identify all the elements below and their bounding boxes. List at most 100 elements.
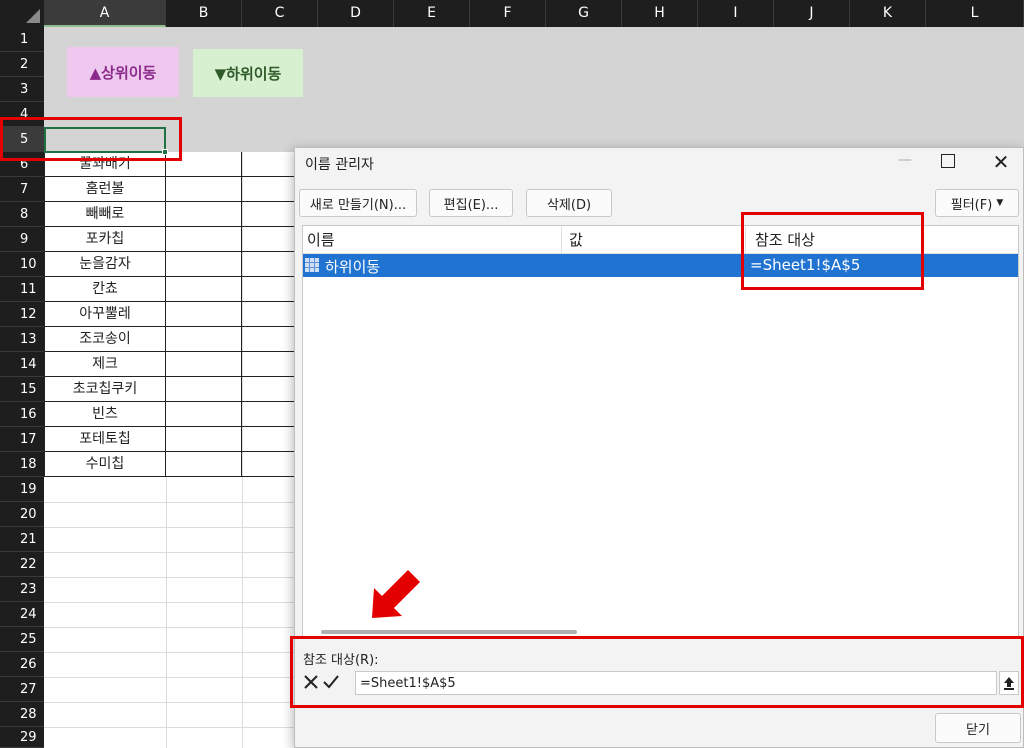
row-header-2[interactable]: 2 [0, 52, 44, 77]
row-header-25[interactable]: 25 [0, 627, 44, 652]
row-header-8[interactable]: 8 [0, 202, 44, 227]
row-header-19[interactable]: 19 [0, 477, 44, 502]
row-header-11[interactable]: 11 [0, 277, 44, 302]
grid-line [44, 527, 294, 528]
cell-b12[interactable] [166, 302, 242, 327]
row-header-28[interactable]: 28 [0, 702, 44, 727]
row-header-26[interactable]: 26 [0, 652, 44, 677]
cell-a7[interactable]: 홈런볼 [44, 177, 166, 202]
column-header-a[interactable]: A [44, 0, 166, 27]
screen: A B C D E F G H I J K L 1 2 3 4 5 6 7 8 … [0, 0, 1024, 748]
filter-button[interactable]: 필터(F) ▼ [935, 189, 1019, 217]
cell-c6[interactable] [242, 152, 294, 177]
maximize-icon[interactable] [941, 154, 955, 168]
red-arrow-icon [372, 570, 420, 618]
cell-b17[interactable] [166, 427, 242, 452]
column-header-bar: A B C D E F G H I J K L [0, 0, 1024, 27]
close-button[interactable]: 닫기 [935, 713, 1021, 743]
row-header-22[interactable]: 22 [0, 552, 44, 577]
row-header-27[interactable]: 27 [0, 677, 44, 702]
column-header-c[interactable]: C [242, 0, 318, 27]
cell-c17[interactable] [242, 427, 294, 452]
cell-c13[interactable] [242, 327, 294, 352]
move-down-button[interactable]: ▼하위이동 [193, 49, 303, 97]
row-header-16[interactable]: 16 [0, 402, 44, 427]
cell-c10[interactable] [242, 252, 294, 277]
column-header-j[interactable]: J [774, 0, 850, 27]
header-value[interactable]: 값 [565, 226, 583, 254]
column-header-l[interactable]: L [926, 0, 1024, 27]
cell-a17[interactable]: 포테토칩 [44, 427, 166, 452]
move-up-button[interactable]: ▲상위이동 [67, 47, 179, 97]
cell-b14[interactable] [166, 352, 242, 377]
column-header-f[interactable]: F [470, 0, 546, 27]
cell-a8[interactable]: 빼빼로 [44, 202, 166, 227]
cell-c8[interactable] [242, 202, 294, 227]
column-header-i[interactable]: I [698, 0, 774, 27]
row-header-18[interactable]: 18 [0, 452, 44, 477]
column-header-d[interactable]: D [318, 0, 394, 27]
cell-a16[interactable]: 빈츠 [44, 402, 166, 427]
cell-a9[interactable]: 포카칩 [44, 227, 166, 252]
header-name[interactable]: 이름 [303, 226, 335, 254]
cell-c9[interactable] [242, 227, 294, 252]
row-header-9[interactable]: 9 [0, 227, 44, 252]
cell-b7[interactable] [166, 177, 242, 202]
grid-line [44, 652, 294, 653]
column-header-k[interactable]: K [850, 0, 926, 27]
cell-a18[interactable]: 수미칩 [44, 452, 166, 477]
column-header-g[interactable]: G [546, 0, 622, 27]
grid-line [44, 602, 294, 603]
cell-a13[interactable]: 조코송이 [44, 327, 166, 352]
cell-a10[interactable]: 눈을감자 [44, 252, 166, 277]
cell-b11[interactable] [166, 277, 242, 302]
column-header-b[interactable]: B [166, 0, 242, 27]
row-header-24[interactable]: 24 [0, 602, 44, 627]
row-header-17[interactable]: 17 [0, 427, 44, 452]
cell-c18[interactable] [242, 452, 294, 477]
delete-button[interactable]: 삭제(D) [526, 189, 612, 217]
row-header-7[interactable]: 7 [0, 177, 44, 202]
new-name-button[interactable]: 새로 만들기(N)... [299, 189, 417, 217]
horizontal-scrollbar[interactable] [321, 630, 577, 634]
cell-b8[interactable] [166, 202, 242, 227]
cell-c15[interactable] [242, 377, 294, 402]
close-icon[interactable]: ✕ [989, 150, 1013, 174]
cell-c14[interactable] [242, 352, 294, 377]
cell-a12[interactable]: 아꾸뿔레 [44, 302, 166, 327]
cell-b13[interactable] [166, 327, 242, 352]
cell-c7[interactable] [242, 177, 294, 202]
row-header-12[interactable]: 12 [0, 302, 44, 327]
column-header-h[interactable]: H [622, 0, 698, 27]
cell-c12[interactable] [242, 302, 294, 327]
row-header-20[interactable]: 20 [0, 502, 44, 527]
cell-a15[interactable]: 초코칩쿠키 [44, 377, 166, 402]
column-header-e[interactable]: E [394, 0, 470, 27]
grid-line [44, 702, 294, 703]
row-header-1[interactable]: 1 [0, 27, 44, 52]
row-header-13[interactable]: 13 [0, 327, 44, 352]
cell-c11[interactable] [242, 277, 294, 302]
row-header-23[interactable]: 23 [0, 577, 44, 602]
cell-b9[interactable] [166, 227, 242, 252]
row-header-29[interactable]: 29 [0, 727, 44, 748]
select-all-corner[interactable] [0, 0, 44, 27]
minimize-icon[interactable]: — [895, 152, 915, 172]
cell-b10[interactable] [166, 252, 242, 277]
cell-a11[interactable]: 칸쵸 [44, 277, 166, 302]
edit-button[interactable]: 편집(E)... [429, 189, 513, 217]
cell-b15[interactable] [166, 377, 242, 402]
row-header-15[interactable]: 15 [0, 377, 44, 402]
grid-line [166, 477, 167, 748]
named-range-icon [305, 258, 319, 272]
row-header-3[interactable]: 3 [0, 77, 44, 102]
cell-b18[interactable] [166, 452, 242, 477]
cell-a14[interactable]: 제크 [44, 352, 166, 377]
row-header-21[interactable]: 21 [0, 527, 44, 552]
cell-b16[interactable] [166, 402, 242, 427]
row-header-14[interactable]: 14 [0, 352, 44, 377]
filter-button-label: 필터(F) [950, 197, 993, 213]
highlight-cell-a5 [0, 117, 182, 161]
cell-c16[interactable] [242, 402, 294, 427]
row-header-10[interactable]: 10 [0, 252, 44, 277]
